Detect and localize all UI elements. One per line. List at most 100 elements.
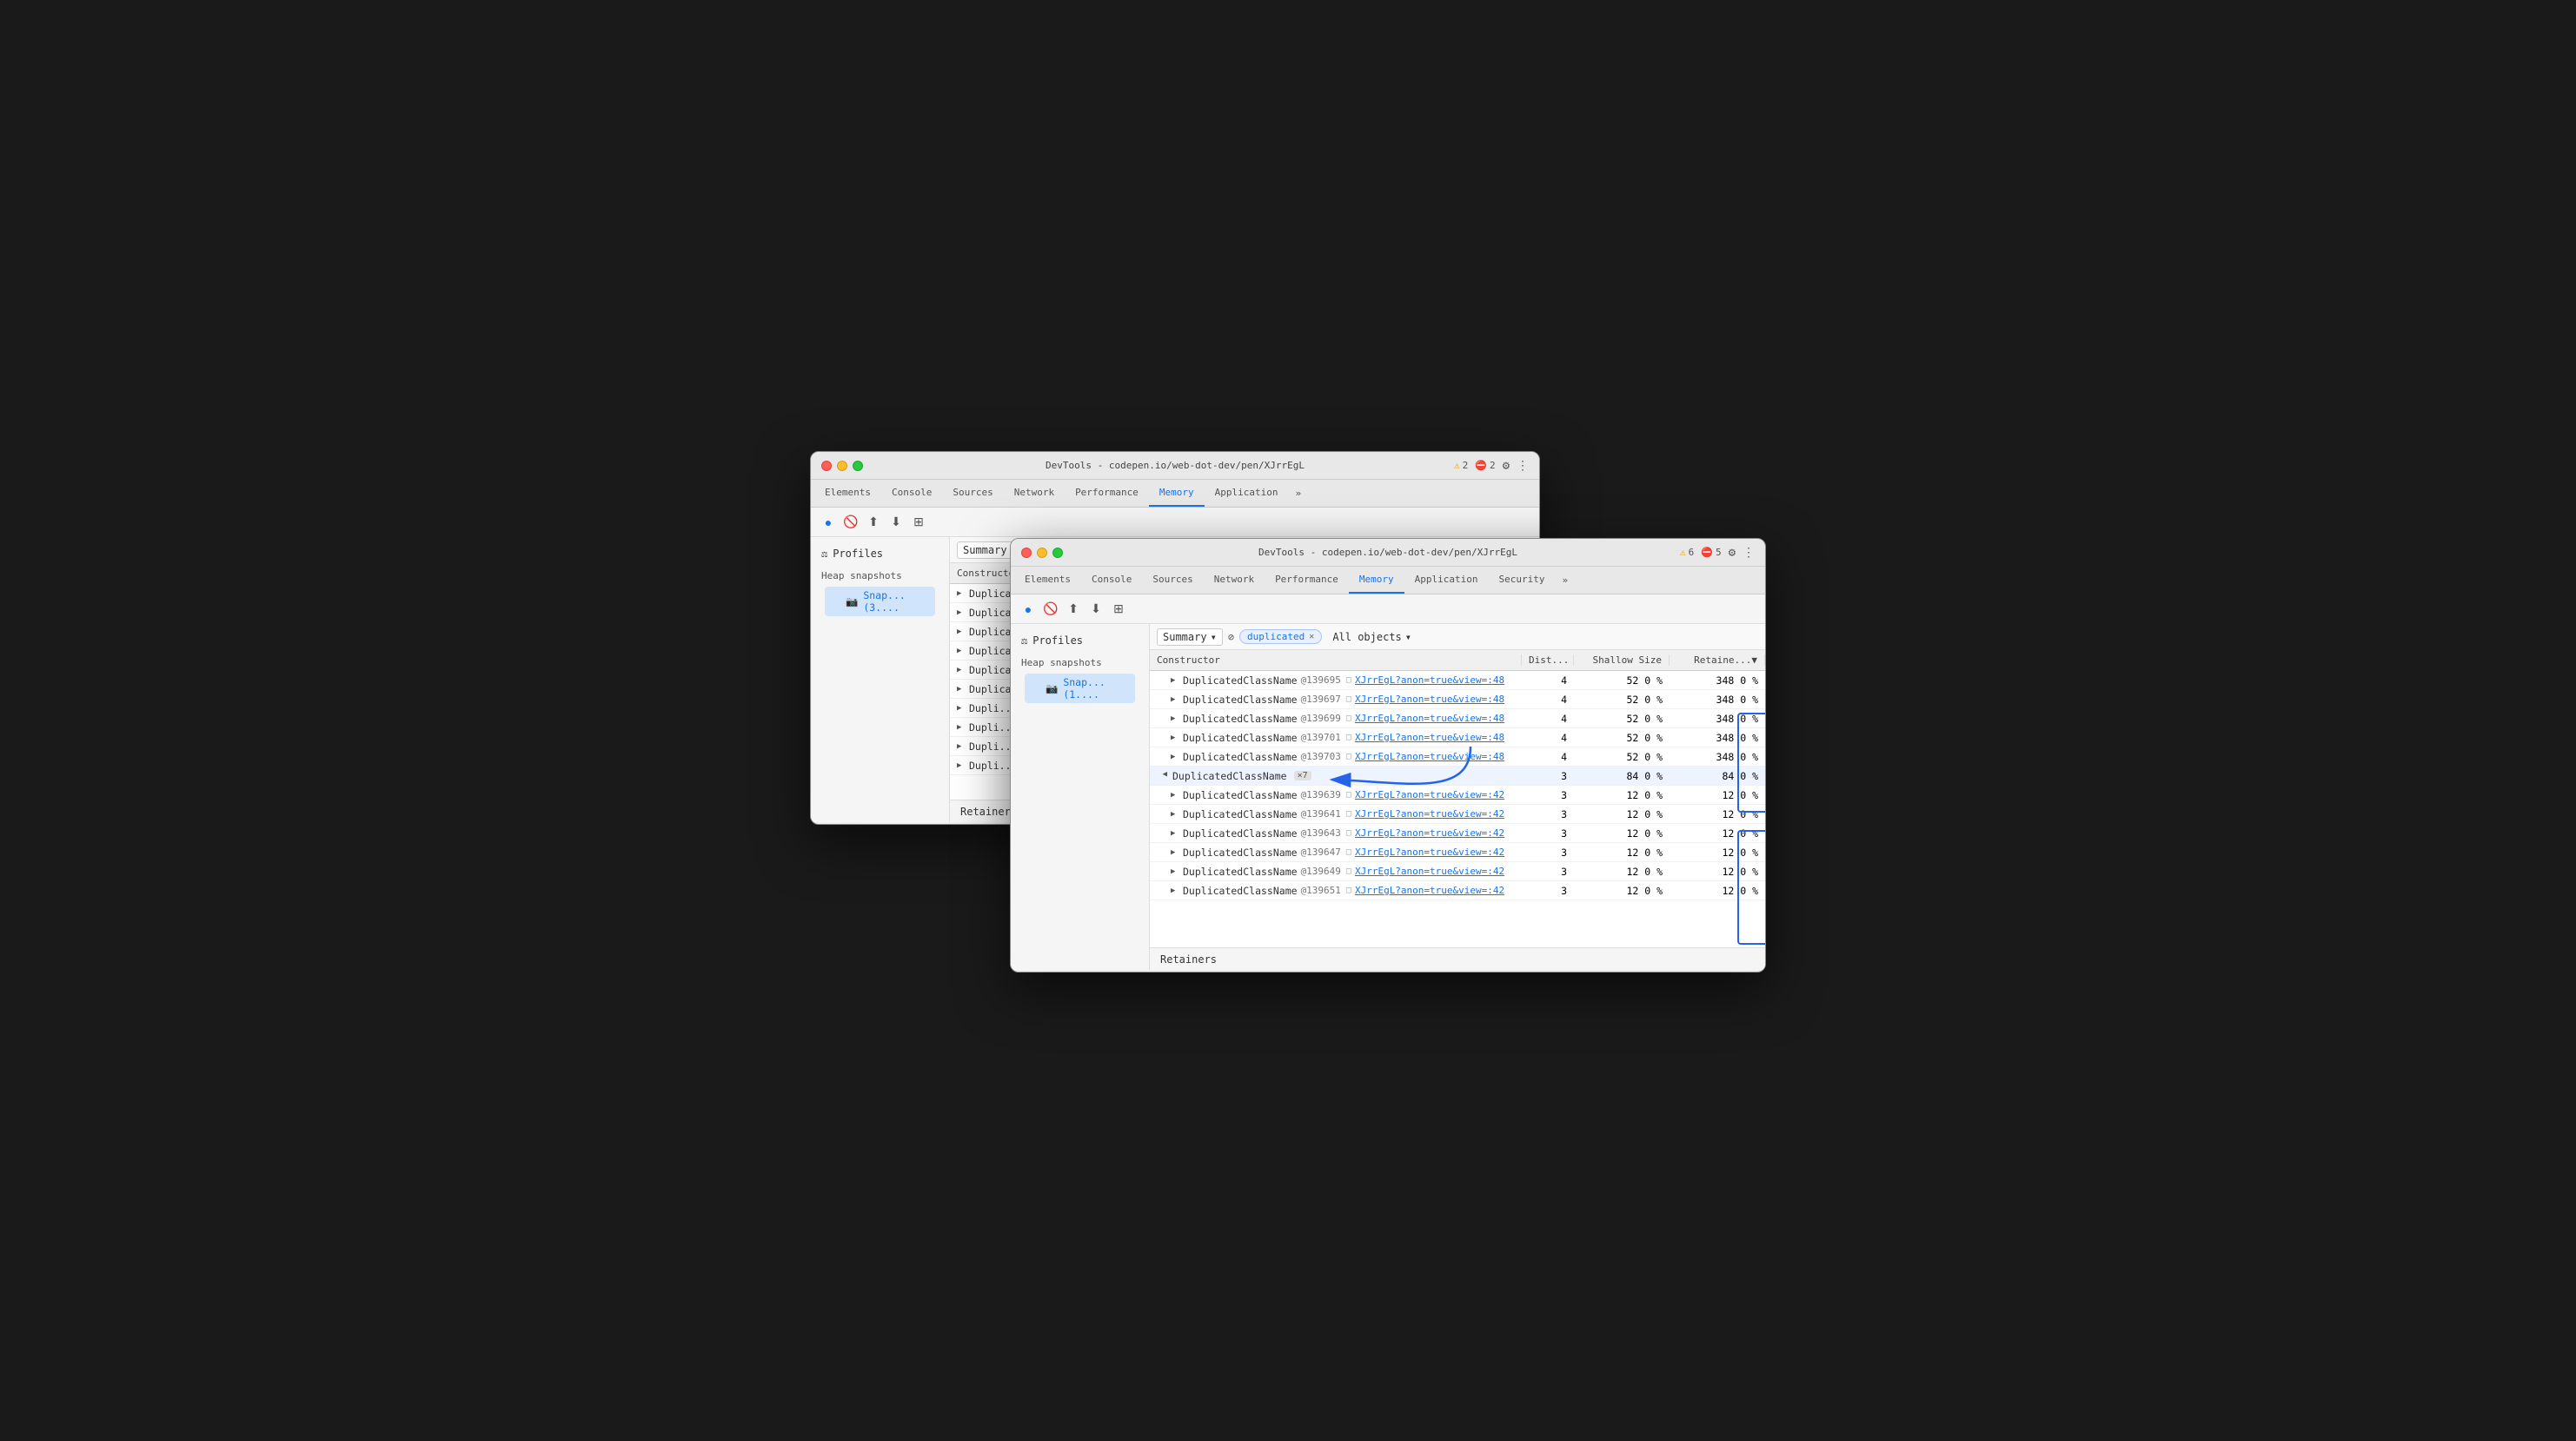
devtools-window-front: DevTools - codepen.io/web-dot-dev/pen/XJ…: [1010, 538, 1766, 973]
clear-btn-back[interactable]: 🚫: [840, 512, 861, 533]
err-badge-front: ⛔ 5: [1701, 547, 1721, 558]
window-title-front: DevTools - codepen.io/web-dot-dev/pen/XJ…: [1258, 547, 1517, 558]
settings-icon-front[interactable]: ⚙: [1729, 546, 1736, 560]
minimize-button[interactable]: [837, 461, 847, 471]
tab-performance-front[interactable]: Performance: [1265, 567, 1349, 594]
table-row[interactable]: ▶ DuplicatedClassName @139651 □ XJrrEgL?…: [1150, 881, 1765, 900]
expand-icon: ▶: [957, 647, 966, 655]
table-row[interactable]: ▶ DuplicatedClassName @139649 □ XJrrEgL?…: [1150, 862, 1765, 881]
filter-remove-icon-front[interactable]: ✕: [1309, 632, 1314, 641]
close-button-front[interactable]: [1021, 548, 1032, 558]
table-row[interactable]: ▶ DuplicatedClassName @139695 □ XJrrEgL?…: [1150, 671, 1765, 690]
warn-badge-front: ⚠ 6: [1680, 547, 1694, 558]
retainers-bar-front: Retainers: [1150, 947, 1765, 970]
tab-performance-back[interactable]: Performance: [1065, 480, 1149, 507]
traffic-lights-front[interactable]: [1021, 548, 1063, 558]
tab-elements-front[interactable]: Elements: [1014, 567, 1081, 594]
summary-bar-front: Summary ▾ ⊘ duplicated ✕ All objects ▾: [1150, 624, 1765, 650]
table-row[interactable]: ▶ DuplicatedClassName @139703 □ XJrrEgL?…: [1150, 747, 1765, 767]
table-body-front: ▶ DuplicatedClassName @139695 □ XJrrEgL?…: [1150, 671, 1765, 900]
tab-application-back[interactable]: Application: [1205, 480, 1289, 507]
snapshot-icon-back: 📷: [846, 595, 858, 608]
minimize-button-front[interactable]: [1037, 548, 1047, 558]
group-row[interactable]: ▼ DuplicatedClassName ×7 3 84 0 % 84 0 %: [1150, 767, 1765, 786]
tab-bar-front: Elements Console Sources Network Perform…: [1011, 567, 1765, 594]
sidebar-back: ⚖ Profiles Heap snapshots 📷 Snap... (3..…: [811, 537, 950, 822]
table-header-front: Constructor Dist... Shallow Size Retaine…: [1150, 650, 1765, 671]
tab-bar-back: Elements Console Sources Network Perform…: [811, 480, 1539, 508]
download-btn-front[interactable]: ⬇: [1086, 599, 1106, 620]
collect-btn-back[interactable]: ⊞: [908, 512, 929, 533]
toolbar-front: ● 🚫 ⬆ ⬇ ⊞: [1011, 594, 1765, 624]
tab-console-back[interactable]: Console: [881, 480, 942, 507]
toolbar-back: ● 🚫 ⬆ ⬇ ⊞: [811, 508, 1539, 537]
expand-icon: ▶: [957, 589, 966, 598]
main-layout-front: ⚖ Profiles Heap snapshots 📷 Snap... (1..…: [1011, 624, 1765, 970]
sidebar-front: ⚖ Profiles Heap snapshots 📷 Snap... (1..…: [1011, 624, 1150, 970]
tab-network-front[interactable]: Network: [1204, 567, 1265, 594]
tab-more-back[interactable]: »: [1289, 480, 1309, 507]
th-dist-front: Dist...: [1522, 654, 1574, 666]
more-icon-front[interactable]: ⋮: [1743, 546, 1755, 560]
table-row[interactable]: ▶ DuplicatedClassName @139701 □ XJrrEgL?…: [1150, 728, 1765, 747]
record-btn-front[interactable]: ●: [1018, 599, 1039, 620]
more-icon[interactable]: ⋮: [1517, 459, 1529, 473]
tab-more-front[interactable]: »: [1556, 567, 1576, 594]
warn-badge-back: ⚠ 2: [1454, 460, 1468, 471]
objects-dropdown-front[interactable]: All objects ▾: [1327, 629, 1417, 645]
content-area-front: Summary ▾ ⊘ duplicated ✕ All objects ▾: [1150, 624, 1765, 970]
collect-btn-front[interactable]: ⊞: [1108, 599, 1129, 620]
title-bar-front: DevTools - codepen.io/web-dot-dev/pen/XJ…: [1011, 539, 1765, 567]
upload-btn-back[interactable]: ⬆: [863, 512, 884, 533]
table-row[interactable]: ▶ DuplicatedClassName @139643 □ XJrrEgL?…: [1150, 824, 1765, 843]
snapshot-item-back[interactable]: 📷 Snap... (3....: [825, 587, 935, 616]
tab-console-front[interactable]: Console: [1081, 567, 1142, 594]
expand-icon: ▶: [957, 685, 966, 694]
table-row[interactable]: ▶ DuplicatedClassName @139647 □ XJrrEgL?…: [1150, 843, 1765, 862]
table-row[interactable]: ▶ DuplicatedClassName @139697 □ XJrrEgL?…: [1150, 690, 1765, 709]
clear-btn-front[interactable]: 🚫: [1040, 599, 1061, 620]
table-row[interactable]: ▶ DuplicatedClassName @139639 □ XJrrEgL?…: [1150, 786, 1765, 805]
heap-snapshots-label-back: Heap snapshots: [821, 570, 939, 581]
expand-icon: ▶: [957, 628, 966, 636]
maximize-button-front[interactable]: [1052, 548, 1063, 558]
tab-memory-back[interactable]: Memory: [1149, 480, 1205, 507]
settings-icon[interactable]: ⚙: [1503, 459, 1510, 473]
maximize-button[interactable]: [853, 461, 863, 471]
th-retained-front: Retaine...▼: [1670, 654, 1765, 666]
tab-elements-back[interactable]: Elements: [814, 480, 881, 507]
tab-memory-front[interactable]: Memory: [1349, 567, 1404, 594]
title-bar-back: DevTools - codepen.io/web-dot-dev/pen/XJ…: [811, 452, 1539, 480]
tab-sources-front[interactable]: Sources: [1142, 567, 1203, 594]
filter-icon-front: ⊘: [1228, 631, 1234, 643]
equalizer-icon: ⚖: [821, 548, 827, 560]
table-row[interactable]: ▶ DuplicatedClassName @139699 □ XJrrEgL?…: [1150, 709, 1765, 728]
tab-sources-back[interactable]: Sources: [942, 480, 1003, 507]
snapshot-icon-front: 📷: [1046, 682, 1058, 694]
tab-network-back[interactable]: Network: [1004, 480, 1065, 507]
title-bar-badges-front: ⚠ 6 ⛔ 5 ⚙ ⋮: [1680, 546, 1755, 560]
objects-arrow-icon-front: ▾: [1405, 631, 1411, 643]
dropdown-arrow-icon-front: ▾: [1211, 631, 1217, 643]
equalizer-icon-front: ⚖: [1021, 634, 1027, 647]
th-shallow-front: Shallow Size: [1574, 654, 1670, 666]
err-badge-back: ⛔ 2: [1475, 460, 1495, 471]
snapshot-item-front[interactable]: 📷 Snap... (1....: [1025, 674, 1135, 703]
summary-dropdown-front[interactable]: Summary ▾: [1157, 628, 1223, 646]
record-btn-back[interactable]: ●: [818, 512, 839, 533]
profiles-header-front: ⚖ Profiles: [1011, 631, 1149, 650]
close-button[interactable]: [821, 461, 832, 471]
download-btn-back[interactable]: ⬇: [886, 512, 906, 533]
heap-snapshots-label-front: Heap snapshots: [1021, 657, 1139, 668]
tab-application-front[interactable]: Application: [1404, 567, 1489, 594]
filter-tag-front[interactable]: duplicated ✕: [1239, 629, 1322, 644]
expand-icon: ▶: [957, 666, 966, 674]
table-row[interactable]: ▶ DuplicatedClassName @139641 □ XJrrEgL?…: [1150, 805, 1765, 824]
title-bar-badges-back: ⚠ 2 ⛔ 2 ⚙ ⋮: [1454, 459, 1529, 473]
profiles-header-back: ⚖ Profiles: [811, 544, 949, 563]
tab-security-front[interactable]: Security: [1489, 567, 1556, 594]
upload-btn-front[interactable]: ⬆: [1063, 599, 1084, 620]
window-title-back: DevTools - codepen.io/web-dot-dev/pen/XJ…: [1046, 460, 1305, 471]
th-constructor-front: Constructor: [1150, 654, 1522, 666]
traffic-lights-back[interactable]: [821, 461, 863, 471]
